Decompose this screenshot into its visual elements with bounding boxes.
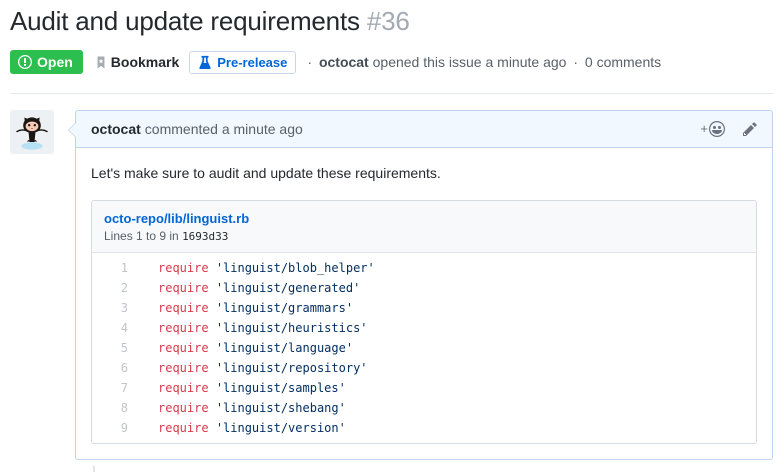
- code-text: require 'linguist/shebang': [130, 398, 346, 418]
- issue-meta-row: Open Bookmark Pre-release · octocat open…: [10, 48, 661, 76]
- avatar[interactable]: [10, 110, 54, 154]
- space: [209, 281, 216, 295]
- issue-author-link[interactable]: octocat: [319, 54, 369, 70]
- issue-opened-text: opened this issue a minute ago: [373, 54, 567, 70]
- code-line: 8 require 'linguist/shebang': [92, 398, 756, 418]
- line-number: 6: [92, 358, 130, 378]
- snippet-lines-label: Lines 1 to 9 in: [104, 229, 179, 243]
- space: [209, 341, 216, 355]
- commit-sha: 1693d33: [182, 230, 228, 243]
- keyword: require: [158, 301, 209, 315]
- code-line: 6 require 'linguist/repository': [92, 358, 756, 378]
- issue-title: Audit and update requirements #36: [10, 6, 410, 37]
- space: [209, 261, 216, 275]
- snippet-lines-info: Lines 1 to 9 in 1693d33: [104, 229, 744, 243]
- plus-sign: +: [700, 121, 708, 136]
- beaker-icon: [198, 55, 212, 69]
- label-prerelease[interactable]: Pre-release: [189, 51, 296, 74]
- code-line: 7 require 'linguist/samples': [92, 378, 756, 398]
- space: [209, 381, 216, 395]
- string-literal: 'linguist/repository': [216, 361, 368, 375]
- keyword: require: [158, 381, 209, 395]
- header-divider: [10, 93, 774, 94]
- issue-page: Audit and update requirements #36 Open B…: [0, 0, 784, 472]
- issue-state-badge: Open: [10, 50, 83, 74]
- code-snippet: octo-repo/lib/linguist.rb Lines 1 to 9 i…: [91, 200, 757, 444]
- code-area: 1 require 'linguist/blob_helper' 2 requi…: [92, 253, 756, 443]
- comment-text: Let's make sure to audit and update thes…: [91, 163, 757, 184]
- string-literal: 'linguist/grammars': [216, 301, 353, 315]
- space: [209, 301, 216, 315]
- meta-separator: ·: [307, 54, 312, 70]
- code-text: require 'linguist/samples': [130, 378, 346, 398]
- issue-meta-text: · octocat opened this issue a minute ago…: [304, 54, 661, 70]
- code-line: 3 require 'linguist/grammars': [92, 298, 756, 318]
- line-number: 9: [92, 418, 130, 438]
- code-text: require 'linguist/heuristics': [130, 318, 368, 338]
- string-literal: 'linguist/shebang': [216, 401, 346, 415]
- keyword: require: [158, 321, 209, 335]
- comments-count: 0 comments: [585, 54, 661, 70]
- label-bookmark[interactable]: Bookmark: [95, 54, 179, 70]
- bookmark-label: Bookmark: [111, 54, 179, 70]
- snippet-header: octo-repo/lib/linguist.rb Lines 1 to 9 i…: [92, 201, 756, 253]
- comment-header: octocat commented a minute ago +: [76, 111, 772, 148]
- keyword: require: [158, 401, 209, 415]
- code-line: 9 require 'linguist/version': [92, 418, 756, 438]
- comment-body: Let's make sure to audit and update thes…: [76, 148, 772, 459]
- issue-state-label: Open: [37, 54, 73, 70]
- comment-author-link[interactable]: octocat: [91, 121, 141, 137]
- code-line: 4 require 'linguist/heuristics': [92, 318, 756, 338]
- space: [209, 421, 216, 435]
- bookmark-icon: [95, 55, 107, 70]
- code-text: require 'linguist/repository': [130, 358, 368, 378]
- meta-separator: ·: [573, 54, 578, 70]
- prerelease-label: Pre-release: [217, 55, 287, 70]
- timeline-connector: [93, 466, 95, 472]
- code-text: require 'linguist/generated': [130, 278, 360, 298]
- line-number: 7: [92, 378, 130, 398]
- comment-actions: +: [700, 121, 757, 137]
- string-literal: 'linguist/language': [216, 341, 353, 355]
- line-number: 1: [92, 258, 130, 278]
- issue-title-text: Audit and update requirements: [10, 6, 360, 36]
- smiley-icon: [709, 121, 725, 137]
- pencil-icon: [743, 121, 757, 137]
- code-line: 2 require 'linguist/generated': [92, 278, 756, 298]
- issue-opened-icon: [18, 54, 32, 70]
- keyword: require: [158, 281, 209, 295]
- comment-caret-fill: [69, 122, 77, 138]
- space: [209, 401, 216, 415]
- comment-timestamp: commented a minute ago: [145, 121, 303, 137]
- keyword: require: [158, 341, 209, 355]
- line-number: 3: [92, 298, 130, 318]
- code-line: 5 require 'linguist/language': [92, 338, 756, 358]
- line-number: 5: [92, 338, 130, 358]
- keyword: require: [158, 261, 209, 275]
- line-number: 2: [92, 278, 130, 298]
- string-literal: 'linguist/version': [216, 421, 346, 435]
- keyword: require: [158, 421, 209, 435]
- code-text: require 'linguist/version': [130, 418, 346, 438]
- space: [209, 321, 216, 335]
- snippet-file-link[interactable]: octo-repo/lib/linguist.rb: [104, 211, 249, 226]
- string-literal: 'linguist/generated': [216, 281, 361, 295]
- issue-number: #36: [367, 6, 410, 36]
- code-text: require 'linguist/grammars': [130, 298, 353, 318]
- string-literal: 'linguist/blob_helper': [216, 261, 375, 275]
- string-literal: 'linguist/samples': [216, 381, 346, 395]
- line-number: 4: [92, 318, 130, 338]
- space: [209, 361, 216, 375]
- add-reaction-button[interactable]: +: [700, 121, 725, 137]
- code-text: require 'linguist/language': [130, 338, 353, 358]
- code-line: 1 require 'linguist/blob_helper': [92, 258, 756, 278]
- string-literal: 'linguist/heuristics': [216, 321, 368, 335]
- line-number: 8: [92, 398, 130, 418]
- edit-comment-button[interactable]: [743, 121, 757, 137]
- code-text: require 'linguist/blob_helper': [130, 258, 375, 278]
- comment: octocat commented a minute ago + Let's m…: [75, 110, 773, 460]
- keyword: require: [158, 361, 209, 375]
